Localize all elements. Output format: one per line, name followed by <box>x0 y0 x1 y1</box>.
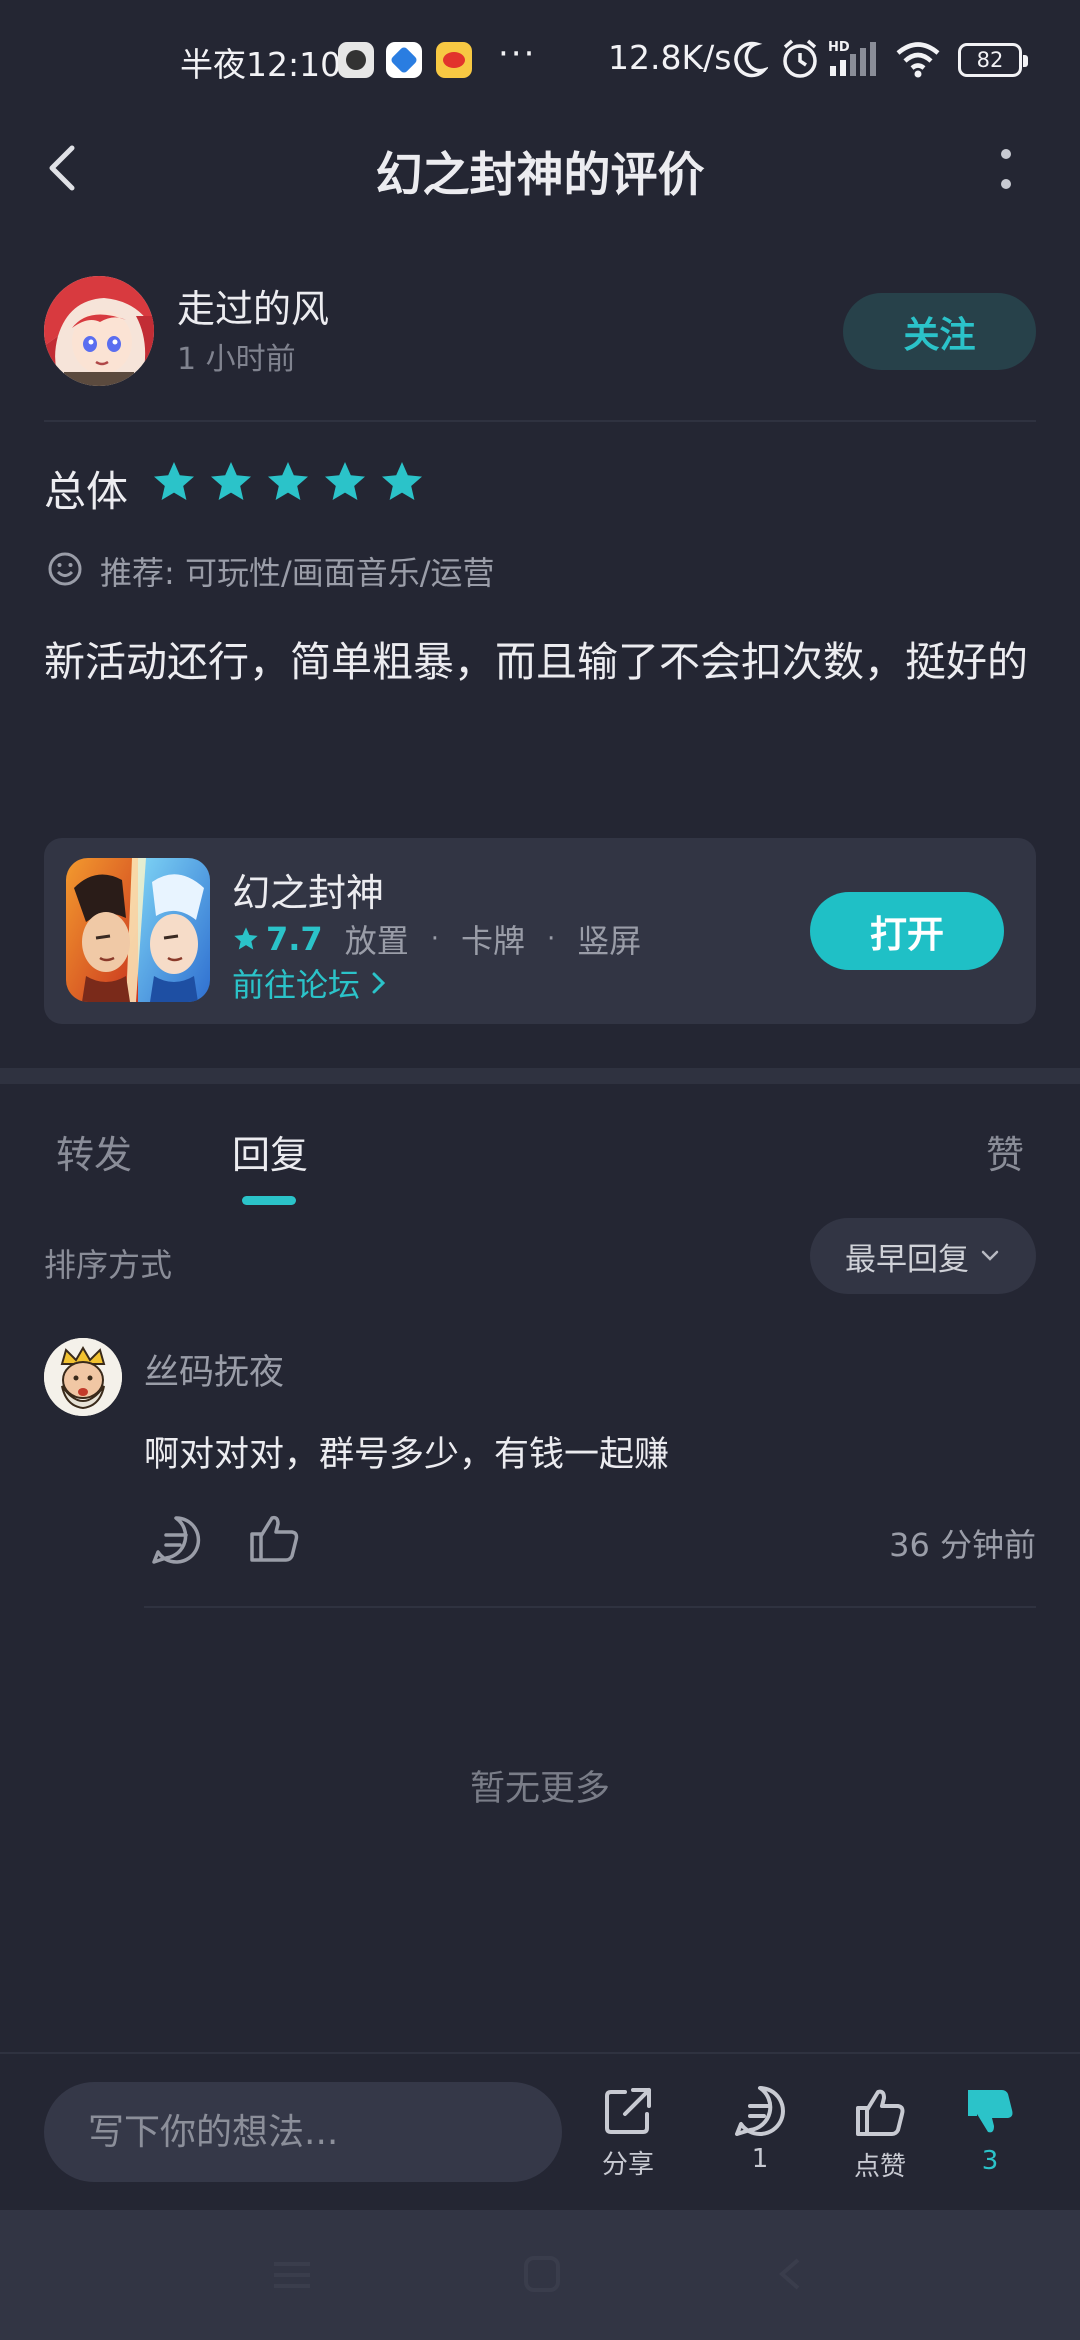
like-label: 点赞 <box>853 2152 906 2182</box>
more-notifications-icon: ··· <box>498 34 537 74</box>
follow-button[interactable]: 关注 <box>843 293 1036 370</box>
game-meta: 7.7 放置 · 卡牌 · 竖屏 <box>232 916 641 962</box>
comment-text: 啊对对对，群号多少，有钱一起赚 <box>144 1435 670 1475</box>
share-icon <box>605 2088 651 2134</box>
share-button[interactable]: 分享 <box>578 2084 678 2181</box>
tag-separator: · <box>430 924 439 954</box>
back-nav-icon[interactable] <box>774 2256 804 2292</box>
weibo-icon <box>436 42 472 78</box>
author-avatar[interactable] <box>44 276 154 386</box>
rating-star-icon <box>154 462 194 500</box>
game-art <box>66 858 210 1002</box>
review-timestamp: 1 小时前 <box>177 342 296 377</box>
chevron-right-icon <box>372 972 386 994</box>
sort-dropdown[interactable]: 最早回复 <box>810 1218 1036 1294</box>
game-score: 7.7 <box>266 920 323 958</box>
home-nav-icon[interactable] <box>522 2254 562 2294</box>
comments-button[interactable]: 1 <box>710 2084 810 2174</box>
battery-indicator: 82 <box>958 43 1028 77</box>
chevron-down-icon <box>981 1250 999 1261</box>
commenter-avatar[interactable] <box>44 1338 122 1416</box>
divider <box>144 1606 1036 1608</box>
rating-star-icon <box>325 462 365 500</box>
network-speed: 12.8K/s <box>608 38 732 77</box>
sort-label: 排序方式 <box>44 1246 173 1284</box>
more-menu-icon[interactable] <box>996 146 1016 194</box>
system-nav-bar <box>0 2210 1080 2340</box>
svg-text:HD: HD <box>828 40 850 55</box>
review-body: 新活动还行，简单粗暴，而且输了不会扣次数，挺好的 <box>44 638 1028 686</box>
forum-link[interactable]: 前往论坛 <box>232 960 390 1006</box>
game-tag: 放置 <box>344 922 409 960</box>
status-bar: 半夜12:10 ··· 12.8K/s HD 82 <box>0 0 1080 120</box>
sort-selected: 最早回复 <box>845 1241 969 1278</box>
comment-icon <box>735 2086 785 2136</box>
rating-star-icon <box>268 462 308 500</box>
tag-separator: · <box>546 924 556 954</box>
alarm-icon <box>783 39 817 78</box>
tab-reply[interactable]: 回复 <box>232 1124 308 1179</box>
status-time: 半夜12:10 <box>180 45 342 84</box>
section-divider <box>0 1068 1080 1084</box>
smile-icon <box>48 552 82 586</box>
share-label: 分享 <box>601 2150 654 2180</box>
active-tab-indicator <box>242 1196 296 1205</box>
open-game-button[interactable]: 打开 <box>810 892 1004 970</box>
tab-forward[interactable]: 转发 <box>56 1124 132 1179</box>
overall-rating-label: 总体 <box>44 467 129 516</box>
recommend-tags: 推荐: 可玩性/画面音乐/运营 <box>100 554 495 592</box>
wifi-icon <box>896 42 940 78</box>
reply-icon[interactable] <box>150 1514 202 1566</box>
avatar-illustration <box>44 276 154 386</box>
dislike-button[interactable]: 3 <box>940 2084 1040 2176</box>
battery-level: 82 <box>976 48 1004 72</box>
score-star-icon <box>234 927 258 950</box>
rating-star-icon <box>382 462 422 500</box>
signal-hd-icon: HD <box>828 40 876 76</box>
no-more-text: 暂无更多 <box>469 1769 610 1809</box>
menu-nav-icon[interactable] <box>270 2258 314 2292</box>
game-tag: 竖屏 <box>577 922 642 960</box>
rating-star-icon <box>211 462 251 500</box>
bottom-action-bar: 分享 1 点赞 3 <box>0 2052 1080 2210</box>
comment-count: 1 <box>751 2144 769 2174</box>
like-button[interactable]: 点赞 <box>830 2084 930 2183</box>
app-notification-icon <box>386 42 422 78</box>
forum-link-label: 前往论坛 <box>232 966 361 1004</box>
dislike-count: 3 <box>981 2146 999 2176</box>
comment-timestamp: 36 分钟前 <box>889 1526 1036 1564</box>
thumbs-down-icon <box>968 2090 1013 2133</box>
thumbs-up-icon[interactable] <box>246 1510 302 1566</box>
avatar-illustration <box>44 1338 122 1416</box>
commenter-name[interactable]: 丝码抚夜 <box>144 1344 284 1395</box>
star-rating <box>150 458 426 506</box>
divider <box>44 420 1036 422</box>
game-tag: 卡牌 <box>460 922 525 960</box>
game-name[interactable]: 幻之封神 <box>232 862 384 917</box>
tab-likes[interactable]: 赞 <box>986 1124 1024 1179</box>
moon-icon <box>734 41 768 78</box>
game-card[interactable]: 幻之封神 7.7 放置 · 卡牌 · 竖屏 前往论坛 打开 <box>44 838 1036 1024</box>
game-icon[interactable] <box>66 858 210 1002</box>
page-title: 幻之封神的评价 <box>375 148 705 203</box>
author-name[interactable]: 走过的风 <box>177 278 329 333</box>
app-notification-icon <box>338 42 374 78</box>
comment-input[interactable] <box>44 2082 562 2182</box>
thumbs-up-icon <box>856 2089 905 2136</box>
